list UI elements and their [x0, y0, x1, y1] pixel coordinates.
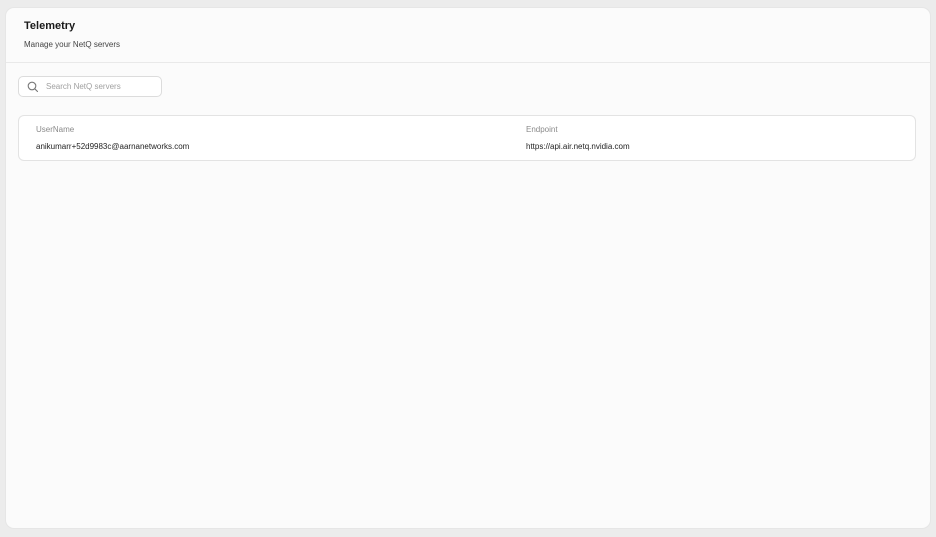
username-column: UserName anikumarr+52d9983c@aarnanetwork…: [36, 125, 189, 151]
telemetry-panel: Telemetry Manage your NetQ servers UserN…: [6, 8, 930, 528]
search-input[interactable]: [46, 82, 146, 91]
search-icon: [27, 81, 39, 92]
servers-table: UserName anikumarr+52d9983c@aarnanetwork…: [18, 115, 916, 161]
endpoint-column: Endpoint https://api.air.netq.nvidia.com: [526, 125, 630, 151]
column-header-endpoint: Endpoint: [526, 125, 558, 134]
page-title: Telemetry: [24, 20, 76, 32]
panel-header: Telemetry Manage your NetQ servers: [6, 8, 930, 63]
table-cell-username[interactable]: anikumarr+52d9983c@aarnanetworks.com: [36, 142, 189, 151]
table-cell-endpoint[interactable]: https://api.air.netq.nvidia.com: [526, 142, 630, 151]
page-subtitle: Manage your NetQ servers: [24, 40, 121, 49]
column-header-username: UserName: [36, 125, 75, 134]
search-box[interactable]: [18, 76, 162, 97]
